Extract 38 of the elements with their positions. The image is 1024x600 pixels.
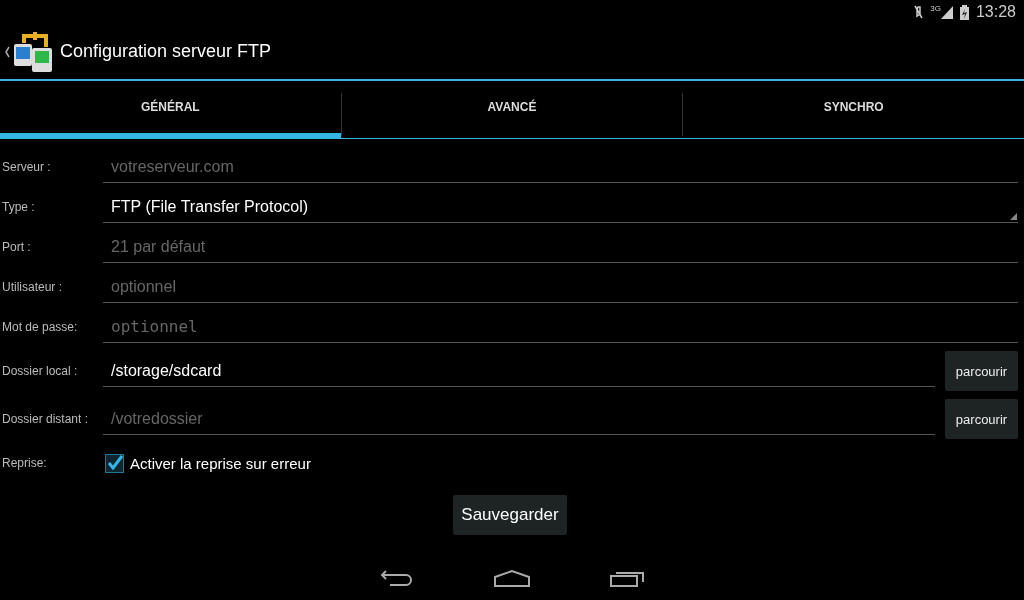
input-field[interactable]: votreserveur.com <box>103 151 1018 183</box>
input-field[interactable]: /votredossier <box>103 403 935 435</box>
check-icon <box>106 454 123 470</box>
checkbox-icon[interactable] <box>105 453 124 473</box>
muted-icon <box>912 4 925 20</box>
type-dropdown[interactable]: FTP (File Transfer Protocol) <box>103 191 1018 223</box>
input-field[interactable]: optionnel <box>103 311 1018 343</box>
home-button[interactable] <box>494 568 530 587</box>
tab[interactable]: SYNCHRO <box>683 81 1024 138</box>
back-icon <box>380 568 414 587</box>
app-logo-icon <box>12 29 54 74</box>
input-field[interactable]: /storage/sdcard <box>103 355 935 387</box>
browse-button[interactable]: parcourir <box>945 351 1018 391</box>
field-label: Utilisateur : <box>2 280 64 294</box>
network-type: 3G <box>930 4 941 13</box>
input-field[interactable]: 21 par défaut <box>103 231 1018 263</box>
save-button[interactable]: Sauvegarder <box>453 495 567 535</box>
tab[interactable]: GÉNÉRAL <box>0 81 341 138</box>
input-field[interactable]: optionnel <box>103 271 1018 303</box>
field-label: Mot de passe: <box>2 320 79 334</box>
field-label: Dossier distant : <box>2 412 90 426</box>
clock: 13:28 <box>975 3 1016 21</box>
resume-checkbox[interactable]: Activer la reprise sur erreur <box>103 453 311 473</box>
back-caret-icon <box>4 45 10 58</box>
screen-title: Configuration serveur FTP <box>60 41 272 62</box>
field-label: Reprise: <box>2 456 48 470</box>
home-icon <box>494 568 530 587</box>
browse-button[interactable]: parcourir <box>945 399 1018 439</box>
back-button[interactable] <box>380 568 414 587</box>
battery-icon <box>958 4 970 20</box>
dropdown-corner-icon <box>1010 212 1017 220</box>
field-label: Type : <box>2 200 36 214</box>
tab[interactable]: AVANCÉ <box>341 81 683 138</box>
field-label: Port : <box>2 240 32 254</box>
up-button[interactable] <box>4 29 54 74</box>
field-label: Serveur : <box>2 160 52 174</box>
field-label: Dossier local : <box>2 364 79 378</box>
signal-icon <box>940 5 953 19</box>
